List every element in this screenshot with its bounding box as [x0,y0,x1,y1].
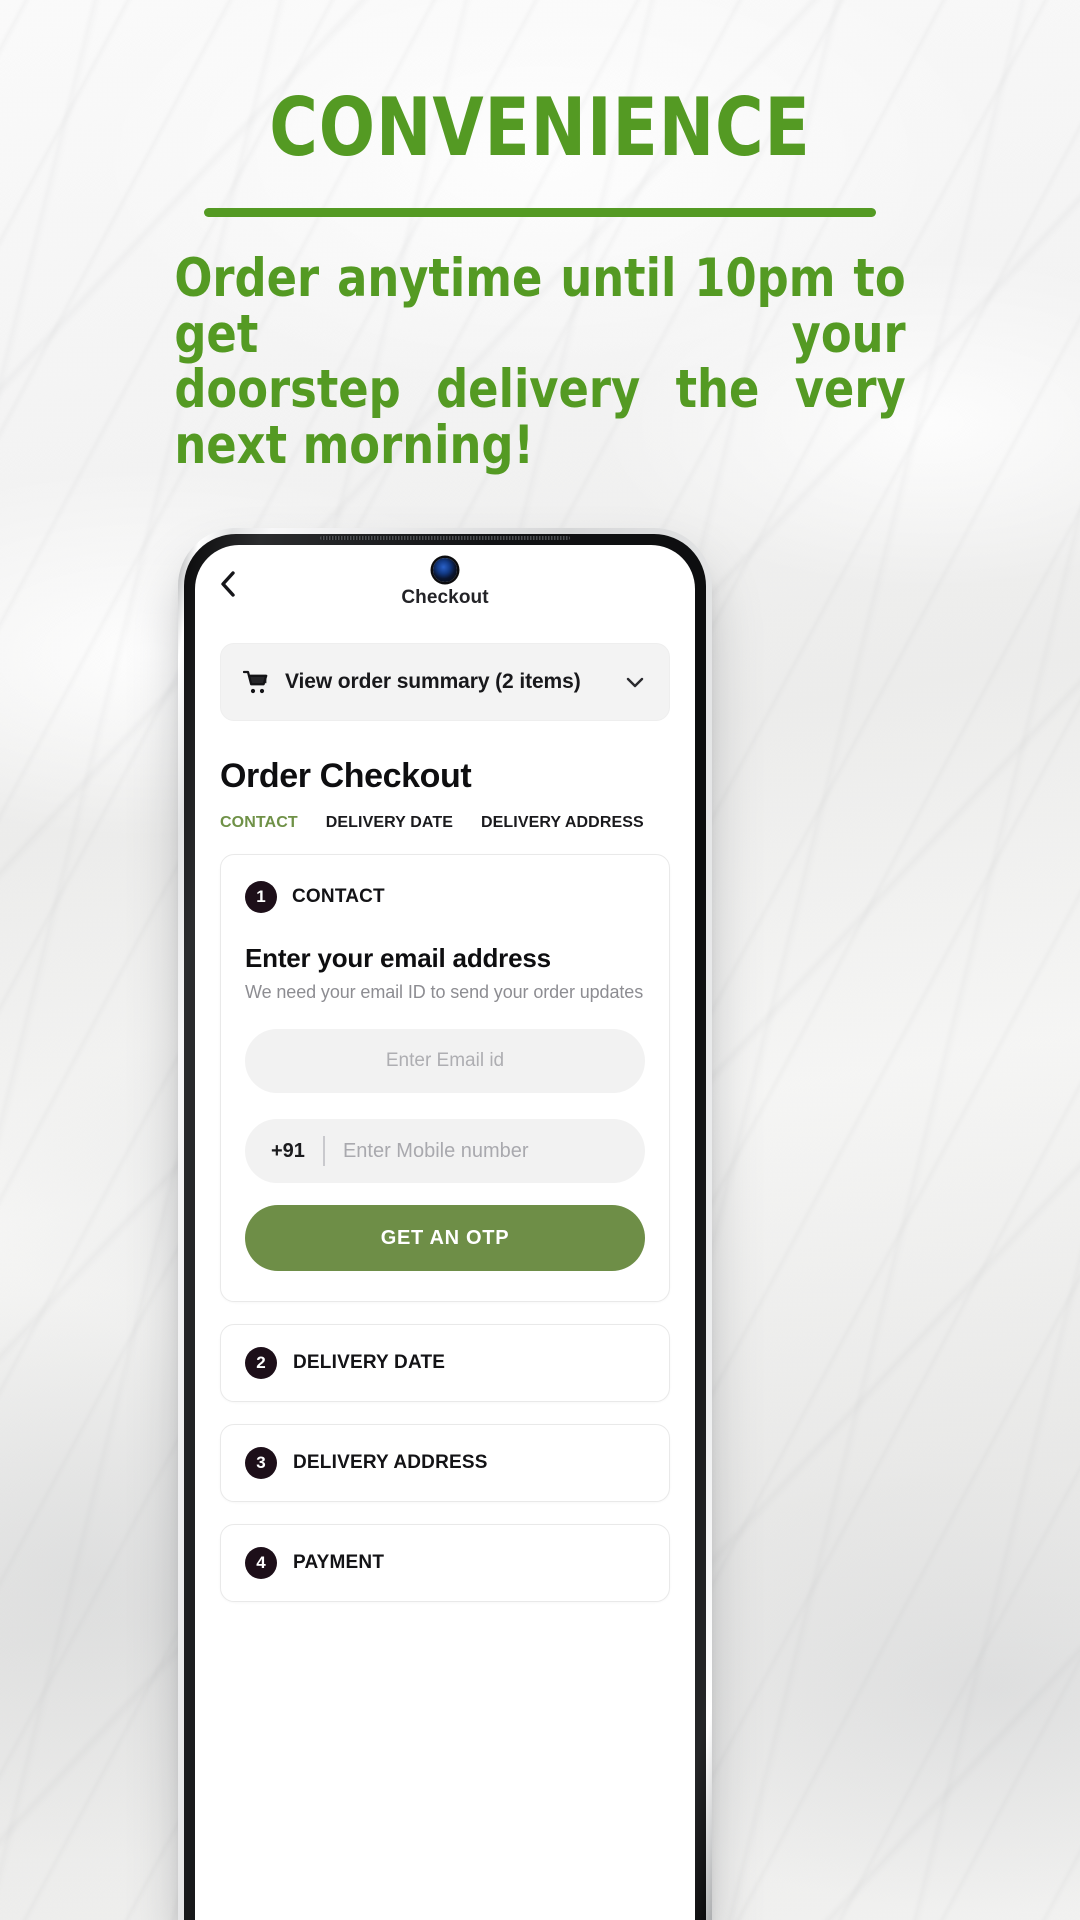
promo-subtitle: Order anytime until 10pm to get your doo… [174,251,905,474]
order-summary-label: View order summary (2 items) [285,670,581,693]
mobile-placeholder: Enter Mobile number [342,1139,529,1162]
promo-subtitle-line-2: doorstep delivery the very next morning! [174,359,906,476]
phone-bezel: Checkout View order summary (2 items) Or… [184,534,706,1920]
tab-delivery-address[interactable]: DELIVERY ADDRESS [481,814,644,832]
delivery-address-step-label: DELIVERY ADDRESS [293,1452,488,1473]
mobile-field[interactable]: +91 Enter Mobile number [245,1119,645,1183]
payment-step-card[interactable]: 4 PAYMENT [220,1524,670,1602]
app-content: View order summary (2 items) Order Check… [195,621,695,1602]
tab-contact[interactable]: CONTACT [220,814,298,832]
step-number-badge: 1 [245,881,277,913]
email-placeholder: Enter Email id [385,1050,505,1071]
front-camera-punch-hole [433,558,457,582]
delivery-date-step-label: DELIVERY DATE [293,1352,446,1373]
step-number-badge: 2 [245,1347,277,1379]
field-divider [322,1136,325,1166]
page-title: Order Checkout [220,757,472,795]
shopping-cart-icon [242,670,269,694]
promo-title: CONVENIENCE [269,81,811,174]
step-number-badge: 4 [245,1547,277,1579]
app-header: Checkout [195,545,695,621]
payment-step-label: PAYMENT [293,1552,385,1573]
delivery-address-step-card[interactable]: 3 DELIVERY ADDRESS [220,1424,670,1502]
earpiece-speaker-grille [320,536,570,540]
promo-text-block: CONVENIENCE Order anytime until 10pm to … [0,88,1080,474]
tab-delivery-date[interactable]: DELIVERY DATE [326,814,453,832]
country-code-label: +91 [271,1139,305,1162]
email-section-title: Enter your email address [245,943,551,973]
email-field[interactable]: Enter Email id [245,1029,645,1093]
page-header-title: Checkout [401,587,489,608]
contact-step-header: 1 CONTACT [245,881,645,913]
contact-step-label: CONTACT [292,886,385,907]
promo-divider-rule [204,208,876,217]
promo-subtitle-line-1: Order anytime until 10pm to get your [174,248,906,365]
email-section-help: We need your email ID to send your order… [245,982,644,1002]
contact-step-card: 1 CONTACT Enter your email address We ne… [220,854,670,1302]
delivery-date-step-card[interactable]: 2 DELIVERY DATE [220,1324,670,1402]
step-number-badge: 3 [245,1447,277,1479]
get-otp-button[interactable]: GET AN OTP [245,1205,645,1271]
promo-screenshot: CONVENIENCE Order anytime until 10pm to … [0,0,1080,1920]
phone-mockup: Checkout View order summary (2 items) Or… [178,528,712,1920]
phone-frame: Checkout View order summary (2 items) Or… [178,528,712,1920]
phone-screen: Checkout View order summary (2 items) Or… [195,545,695,1920]
checkout-step-tabs: CONTACT DELIVERY DATE DELIVERY ADDRESS P… [220,814,670,832]
chevron-down-icon [623,670,647,694]
order-summary-toggle[interactable]: View order summary (2 items) [220,643,670,721]
